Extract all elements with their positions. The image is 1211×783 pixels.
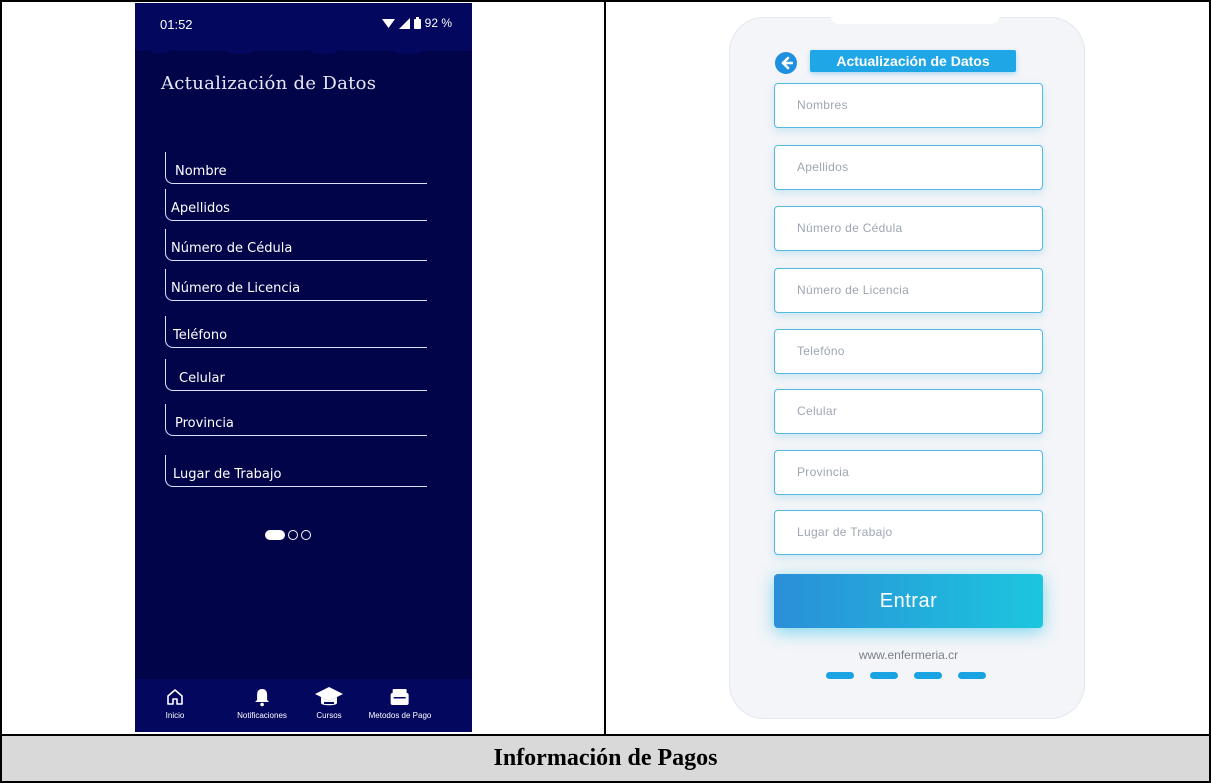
table-border-left: [0, 0, 2, 783]
field-nombre[interactable]: Nombre: [165, 152, 427, 184]
nav-label: Notificaciones: [237, 711, 287, 720]
mockup-field-nombres[interactable]: Nombres: [774, 83, 1043, 128]
page-dash: [870, 672, 898, 679]
nav-item-notificaciones[interactable]: Notificaciones: [237, 685, 287, 720]
field-celular[interactable]: Celular: [165, 359, 427, 391]
battery-percent: 92 %: [424, 16, 452, 30]
nav-label: Cursos: [316, 711, 342, 720]
entrar-button-label: Entrar: [879, 589, 938, 612]
page-title: Actualización de Datos: [161, 73, 377, 94]
table-column-divider: [604, 0, 606, 735]
back-arrow-icon[interactable]: [775, 52, 797, 74]
page-dot: [301, 530, 311, 540]
field-label: Nombre: [175, 164, 227, 179]
bell-icon: [253, 685, 271, 709]
field-label: Provincia: [175, 416, 234, 431]
caption-text: Información de Pagos: [493, 745, 718, 771]
field-placeholder: Telefóno: [797, 344, 845, 358]
status-time: 01:52: [160, 17, 193, 32]
field-numero-licencia[interactable]: Número de Licencia: [165, 269, 427, 301]
header-wave: [135, 41, 472, 54]
home-icon: [165, 685, 185, 709]
nav-item-inicio[interactable]: Inicio: [165, 685, 185, 720]
mockup-field-celular[interactable]: Celular: [774, 389, 1043, 434]
field-provincia[interactable]: Provincia: [165, 404, 427, 436]
page-dash: [914, 672, 942, 679]
website-url: www.enfermeria.cr: [858, 648, 959, 662]
field-label: Número de Cédula: [171, 241, 293, 256]
field-placeholder: Celular: [797, 404, 838, 418]
bottom-nav: Inicio Notificaciones Cursos Metodos de …: [135, 679, 472, 732]
entrar-button[interactable]: Entrar: [774, 574, 1043, 628]
field-placeholder: Nombres: [797, 98, 848, 112]
field-lugar-trabajo[interactable]: Lugar de Trabajo: [165, 455, 427, 487]
caption-cell: Información de Pagos: [2, 736, 1209, 781]
status-icons: 92 %: [381, 16, 452, 30]
mockup-title-badge: Actualización de Datos: [810, 50, 1016, 72]
signal-icon: [398, 17, 410, 29]
field-placeholder: Provincia: [797, 465, 850, 479]
field-placeholder: Apellidos: [797, 160, 849, 174]
nav-item-metodos-pago[interactable]: Metodos de Pago: [368, 685, 432, 720]
battery-icon: [413, 17, 421, 29]
phone-notch: [830, 14, 1000, 24]
field-label: Lugar de Trabajo: [173, 467, 282, 482]
field-label: Apellidos: [171, 201, 230, 216]
field-placeholder: Lugar de Trabajo: [797, 525, 893, 539]
mockup-field-apellidos[interactable]: Apellidos: [774, 145, 1043, 190]
field-numero-cedula[interactable]: Número de Cédula: [165, 229, 427, 261]
field-apellidos[interactable]: Apellidos: [165, 189, 427, 221]
mockup-field-numero-licencia[interactable]: Número de Licencia: [774, 268, 1043, 313]
nav-label: Metodos de Pago: [368, 711, 432, 720]
nav-item-cursos[interactable]: Cursos: [314, 685, 344, 720]
page-dash: [826, 672, 854, 679]
wifi-icon: [381, 18, 395, 28]
field-label: Celular: [179, 371, 225, 386]
page-dot-active: [265, 530, 285, 540]
field-placeholder: Número de Cédula: [797, 221, 903, 235]
page-dash: [958, 672, 986, 679]
page-dot: [288, 530, 298, 540]
nav-label: Inicio: [165, 711, 185, 720]
field-label: Teléfono: [173, 328, 228, 343]
mockup-page-indicator: [826, 672, 986, 679]
mockup-field-telefono[interactable]: Telefóno: [774, 329, 1043, 374]
mockup-field-lugar-trabajo[interactable]: Lugar de Trabajo: [774, 510, 1043, 555]
mockup-field-numero-cedula[interactable]: Número de Cédula: [774, 206, 1043, 251]
field-telefono[interactable]: Teléfono: [165, 316, 427, 348]
mockup-title: Actualización de Datos: [836, 53, 990, 69]
wallet-icon: [390, 685, 410, 709]
page-indicator: [265, 530, 311, 540]
field-placeholder: Número de Licencia: [797, 283, 910, 297]
graduation-cap-icon: [314, 685, 344, 709]
field-label: Número de Licencia: [171, 281, 301, 296]
mockup-field-provincia[interactable]: Provincia: [774, 450, 1043, 495]
app-screenshot: 01:52 92 % Actualización de Datos Nombre…: [135, 3, 472, 732]
